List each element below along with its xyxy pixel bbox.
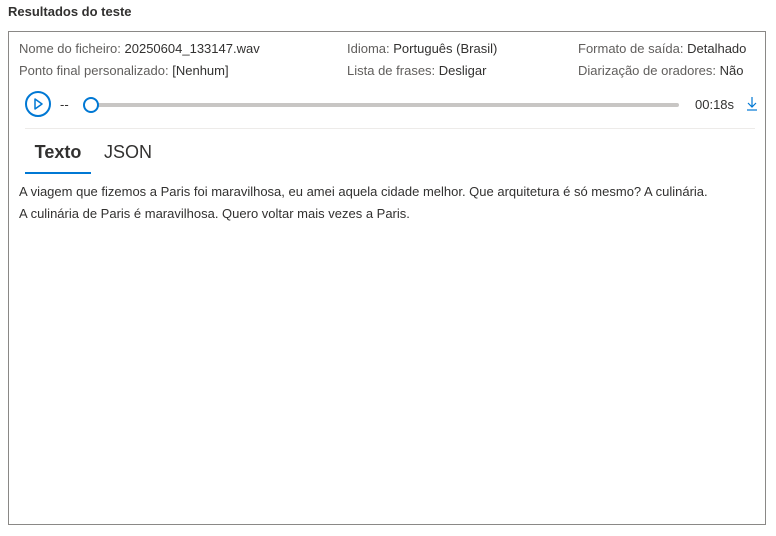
section-title: Resultados do teste — [8, 4, 132, 19]
meta-output-format: Formato de saída: Detalhado — [578, 41, 746, 56]
meta-diarization-label: Diarização de oradores: — [578, 63, 717, 78]
tab-json[interactable]: JSON — [103, 138, 153, 172]
meta-custom-endpoint-label: Ponto final personalizado: — [19, 63, 169, 78]
meta-phrase-list-label: Lista de frases: — [347, 63, 436, 78]
play-icon — [34, 98, 43, 110]
transcript-line: A viagem que fizemos a Paris foi maravil… — [19, 184, 708, 199]
meta-diarization-value: Não — [719, 63, 744, 78]
meta-filename: Nome do ficheiro: 20250604_133147.wav — [19, 41, 260, 56]
tab-json-label: JSON — [103, 142, 152, 162]
meta-filename-label: Nome do ficheiro: — [19, 41, 121, 56]
meta-diarization: Diarização de oradores: Não — [578, 63, 744, 78]
meta-output-format-label: Formato de saída: — [578, 41, 684, 56]
meta-filename-value: 20250604_133147.wav — [124, 41, 260, 56]
download-button[interactable] — [744, 95, 760, 113]
divider — [25, 128, 755, 129]
current-time: -- — [60, 97, 69, 112]
meta-language: Idioma: Português (Brasil) — [347, 41, 497, 56]
meta-language-value: Português (Brasil) — [393, 41, 498, 56]
tab-active-indicator — [25, 172, 91, 174]
seek-thumb[interactable] — [83, 97, 99, 113]
meta-phrase-list-value: Desligar — [438, 63, 487, 78]
transcript-line: A culinária de Paris é maravilhosa. Quer… — [19, 206, 410, 221]
meta-custom-endpoint-value: [Nenhum] — [172, 63, 229, 78]
meta-output-format-value: Detalhado — [687, 41, 747, 56]
seek-bar[interactable] — [83, 97, 679, 113]
tab-text[interactable]: Texto — [25, 138, 91, 174]
test-results-panel: Nome do ficheiro: 20250604_133147.wav Id… — [8, 31, 766, 525]
duration: 00:18s — [695, 97, 735, 112]
meta-custom-endpoint: Ponto final personalizado: [Nenhum] — [19, 63, 229, 78]
tab-text-label: Texto — [34, 142, 82, 162]
meta-language-label: Idioma: — [347, 41, 390, 56]
transcript-text: A viagem que fizemos a Paris foi maravil… — [19, 181, 759, 225]
play-button[interactable] — [25, 91, 51, 117]
download-icon — [747, 97, 757, 111]
meta-phrase-list: Lista de frases: Desligar — [347, 63, 486, 78]
audio-player: -- 00:18s — [25, 91, 757, 121]
